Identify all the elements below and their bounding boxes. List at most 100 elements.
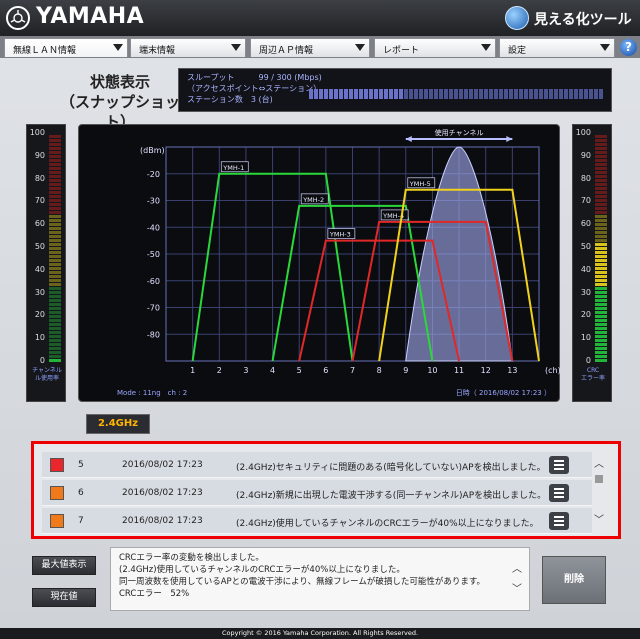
event-row[interactable]: 7 2016/08/02 17:23 (2.4GHz)使用しているチャンネルのC… [42,508,592,534]
menu-icon[interactable] [549,484,569,502]
chevron-down-icon[interactable] [481,44,491,51]
tab-terminal-info[interactable]: 端末情報 [130,38,246,57]
tab-settings[interactable]: 設定 [499,38,615,57]
meter-scale-label: 50 [580,242,591,251]
band-selector-button[interactable]: 2.4GHz [86,414,150,434]
meter-segment [595,291,607,294]
tab-nearby-ap-info[interactable]: 周辺ＡＰ情報 [250,38,370,57]
meter-segment [595,315,607,318]
meter-segment [49,295,61,298]
throughput-segment [349,89,353,99]
menu-icon[interactable] [549,512,569,530]
throughput-segment [539,89,543,99]
throughput-segment [359,89,363,99]
tab-report[interactable]: レポート [374,38,496,57]
x-tick-label: 11 [454,366,464,375]
meter-segment [595,283,607,286]
event-row[interactable]: 5 2016/08/02 17:23 (2.4GHz)セキュリティに問題のある(… [42,452,592,478]
meter-caption: チャンネル ル使用率 [27,367,67,383]
meter-segment [49,307,61,310]
chevron-down-icon[interactable] [231,44,241,51]
caption-line: エラー率 [580,375,605,382]
meter-scale-label: 80 [580,173,591,183]
chevron-down-icon[interactable] [355,44,365,51]
event-detail: CRCエラー率の変動を検出しました。 (2.4GHz)使用しているチャンネルのC… [110,547,530,611]
throughput-segment [529,89,533,99]
tab-bar: 無線ＬＡＮ情報 端末情報 周辺ＡＰ情報 レポート 設定 [0,36,640,58]
meter-segment [49,359,61,362]
tab-wireless-lan-info[interactable]: 無線ＬＡＮ情報 [4,38,128,57]
ap-label: YMH-2 [302,196,324,204]
meter-scale-label: 40 [34,264,45,274]
meter-segment [595,275,607,278]
meter-segment [49,143,61,146]
delete-button[interactable]: 削除 [542,556,606,604]
meter-segment [49,279,61,282]
meter-segment [49,255,61,258]
tab-label: 設定 [508,46,527,56]
meter-segment [595,187,607,190]
throughput-segment [379,89,383,99]
meter-segment [595,143,607,146]
throughput-segment [494,89,498,99]
meter-segment [49,319,61,322]
scroll-up-icon[interactable]: ︿ [594,455,604,470]
scroll-down-icon[interactable]: ﹀ [512,580,526,600]
event-row[interactable]: 6 2016/08/02 17:23 (2.4GHz)新規に出現した電波干渉する… [42,480,592,506]
meter-segment [595,331,607,334]
scroll-down-icon[interactable]: ﹀ [594,511,604,526]
meter-segment [49,323,61,326]
meter-segment [49,267,61,270]
chevron-down-icon[interactable] [600,44,610,51]
event-time: 2016/08/02 17:23 [122,488,203,498]
meter-segment [595,219,607,222]
throughput-segment [324,89,328,99]
current-value-button[interactable]: 現在値 [32,588,96,607]
throughput-segment [459,89,463,99]
meter-segment [595,151,607,154]
meter-segment [595,215,607,218]
throughput-segment [339,89,343,99]
event-message: (2.4GHz)セキュリティに問題のある(暗号化していない)APを検出しました。 [236,463,546,473]
x-tick-label: 1 [190,366,195,375]
visualization-tool-icon [505,6,529,30]
throughput-segment [329,89,333,99]
throughput-segment [394,89,398,99]
throughput-segment [464,89,468,99]
max-value-button[interactable]: 最大値表示 [32,556,96,575]
meter-segment [595,235,607,238]
meter-segment [595,207,607,210]
meter-segment [595,175,607,178]
menu-icon[interactable] [549,456,569,474]
meter-segment [49,235,61,238]
meter-bars [49,135,61,363]
help-icon[interactable]: ? [620,39,637,56]
scrollbar-thumb[interactable] [595,475,603,483]
event-list-scrollbar[interactable]: ︿ ﹀ [590,455,608,526]
meter-segment [49,183,61,186]
meter-segment [595,335,607,338]
scroll-up-icon[interactable]: ︿ [512,560,526,580]
x-tick-label: 7 [350,366,355,375]
throughput-segment [569,89,573,99]
throughput-segment [589,89,593,99]
x-tick-label: 3 [243,366,248,375]
y-axis-label: (dBm) [140,146,165,155]
event-message: (2.4GHz)使用しているチャンネルのCRCエラーが40%以上になりました。 [236,519,539,529]
meter-segment [595,311,607,314]
detail-scrollbar[interactable]: ︿ ﹀ [512,560,526,600]
tab-label: 端末情報 [139,46,176,56]
meter-segment [49,243,61,246]
meter-segment [49,147,61,150]
meter-caption: CRC エラー率 [573,367,613,383]
throughput-segment [399,89,403,99]
tab-label: 周辺ＡＰ情報 [259,46,314,56]
meter-segment [49,335,61,338]
throughput-segment [479,89,483,99]
throughput-segment [594,89,598,99]
meter-segment [595,287,607,290]
x-tick-label: 12 [481,366,491,375]
meter-segment [49,163,61,166]
chevron-down-icon[interactable] [113,44,123,51]
meter-segment [49,283,61,286]
